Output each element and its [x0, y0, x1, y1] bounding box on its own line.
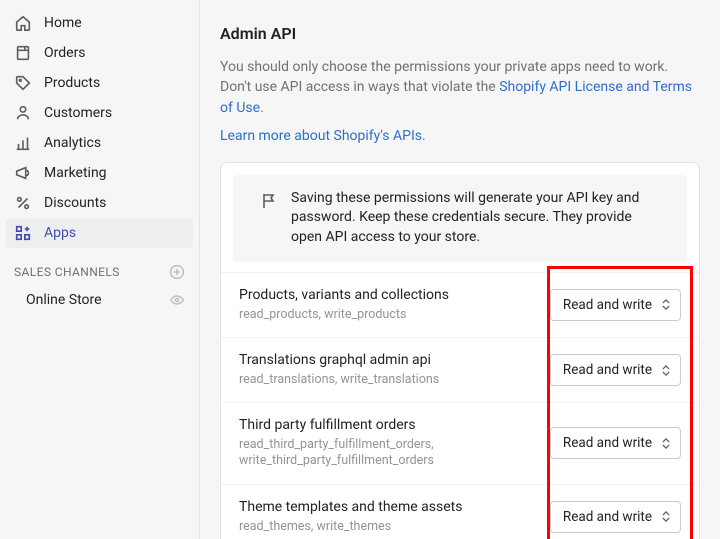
intro-suffix: .	[260, 100, 264, 116]
intro-text: You should only choose the permissions y…	[220, 57, 700, 118]
nav-home[interactable]: Home	[0, 8, 199, 38]
add-channel-icon[interactable]	[169, 264, 185, 280]
home-icon	[14, 14, 32, 32]
sidebar: Home Orders Products Customers Analytics…	[0, 0, 200, 539]
permission-row: Translations graphql admin api read_tran…	[221, 337, 699, 402]
tag-icon	[14, 74, 32, 92]
permission-row: Products, variants and collections read_…	[221, 272, 699, 337]
megaphone-icon	[14, 164, 32, 182]
nav-customers[interactable]: Customers	[0, 98, 199, 128]
view-store-icon[interactable]	[169, 292, 185, 308]
permissions-list: Products, variants and collections read_…	[221, 262, 699, 539]
nav-label: Discounts	[44, 195, 106, 211]
select-value: Read and write	[563, 362, 652, 378]
permission-select[interactable]: Read and write	[550, 354, 681, 386]
person-icon	[14, 104, 32, 122]
permission-title: Translations graphql admin api	[239, 352, 540, 368]
permission-scopes: read_themes, write_themes	[239, 519, 540, 535]
nav-label: Customers	[44, 105, 112, 121]
permission-row: Theme templates and theme assets read_th…	[221, 484, 699, 539]
apps-icon	[14, 224, 32, 242]
permission-title: Third party fulfillment orders	[239, 417, 540, 433]
permission-scopes: read_products, write_products	[239, 307, 540, 323]
permission-title: Products, variants and collections	[239, 287, 540, 303]
nav-label: Home	[44, 15, 82, 31]
permission-select[interactable]: Read and write	[550, 427, 681, 459]
permission-scopes: read_translations, write_translations	[239, 372, 540, 388]
select-caret-icon	[662, 510, 672, 524]
banner-text: Saving these permissions will generate y…	[291, 189, 661, 248]
select-value: Read and write	[563, 435, 652, 451]
nav-label: Analytics	[44, 135, 101, 151]
sales-channels-header: SALES CHANNELS	[0, 248, 199, 286]
permissions-card: Saving these permissions will generate y…	[220, 162, 700, 539]
orders-icon	[14, 44, 32, 62]
nav-marketing[interactable]: Marketing	[0, 158, 199, 188]
select-caret-icon	[662, 436, 672, 450]
permission-row: Third party fulfillment orders read_thir…	[221, 402, 699, 484]
permission-title: Theme templates and theme assets	[239, 499, 540, 515]
select-caret-icon	[662, 363, 672, 377]
nav-label: Marketing	[44, 165, 107, 181]
info-banner: Saving these permissions will generate y…	[233, 175, 687, 262]
nav-products[interactable]: Products	[0, 68, 199, 98]
nav-discounts[interactable]: Discounts	[0, 188, 199, 218]
permission-scopes: read_third_party_fulfillment_orders, wri…	[239, 437, 540, 470]
nav-orders[interactable]: Orders	[0, 38, 199, 68]
select-caret-icon	[662, 298, 672, 312]
nav-analytics[interactable]: Analytics	[0, 128, 199, 158]
channel-online-store[interactable]: Online Store	[0, 286, 199, 314]
discount-icon	[14, 194, 32, 212]
permission-select[interactable]: Read and write	[550, 289, 681, 321]
nav-label: Orders	[44, 45, 86, 61]
analytics-icon	[14, 134, 32, 152]
page-title: Admin API	[220, 24, 700, 43]
nav-apps[interactable]: Apps	[6, 218, 193, 248]
nav-label: Products	[44, 75, 100, 91]
flag-icon	[259, 191, 279, 211]
nav-label: Apps	[44, 225, 76, 241]
permission-select[interactable]: Read and write	[550, 501, 681, 533]
channel-label: Online Store	[26, 292, 102, 308]
select-value: Read and write	[563, 297, 652, 313]
main-content: Admin API You should only choose the per…	[200, 0, 720, 539]
select-value: Read and write	[563, 509, 652, 525]
learn-more-link[interactable]: Learn more about Shopify's APIs.	[220, 128, 700, 144]
section-label: SALES CHANNELS	[14, 265, 120, 279]
